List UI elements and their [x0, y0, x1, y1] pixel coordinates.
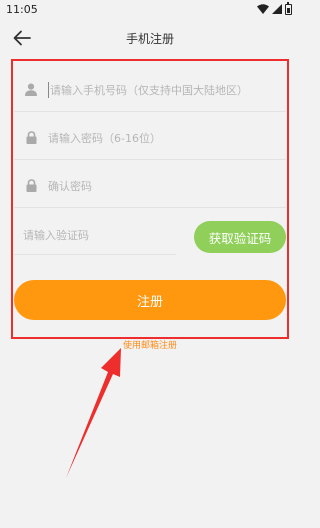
title-bar: 手机注册 [0, 18, 300, 58]
email-register-link[interactable]: 使用邮箱注册 [0, 338, 300, 351]
status-bar: 11:05 [0, 0, 300, 18]
status-time: 11:05 [6, 2, 38, 16]
back-button[interactable] [10, 26, 34, 50]
battery-icon [285, 1, 292, 15]
arrow-left-icon [13, 30, 31, 46]
wifi-icon [257, 4, 269, 14]
highlight-box [11, 59, 289, 339]
status-icons [257, 1, 292, 15]
page-title: 手机注册 [125, 31, 174, 46]
signal-icon [272, 4, 282, 14]
